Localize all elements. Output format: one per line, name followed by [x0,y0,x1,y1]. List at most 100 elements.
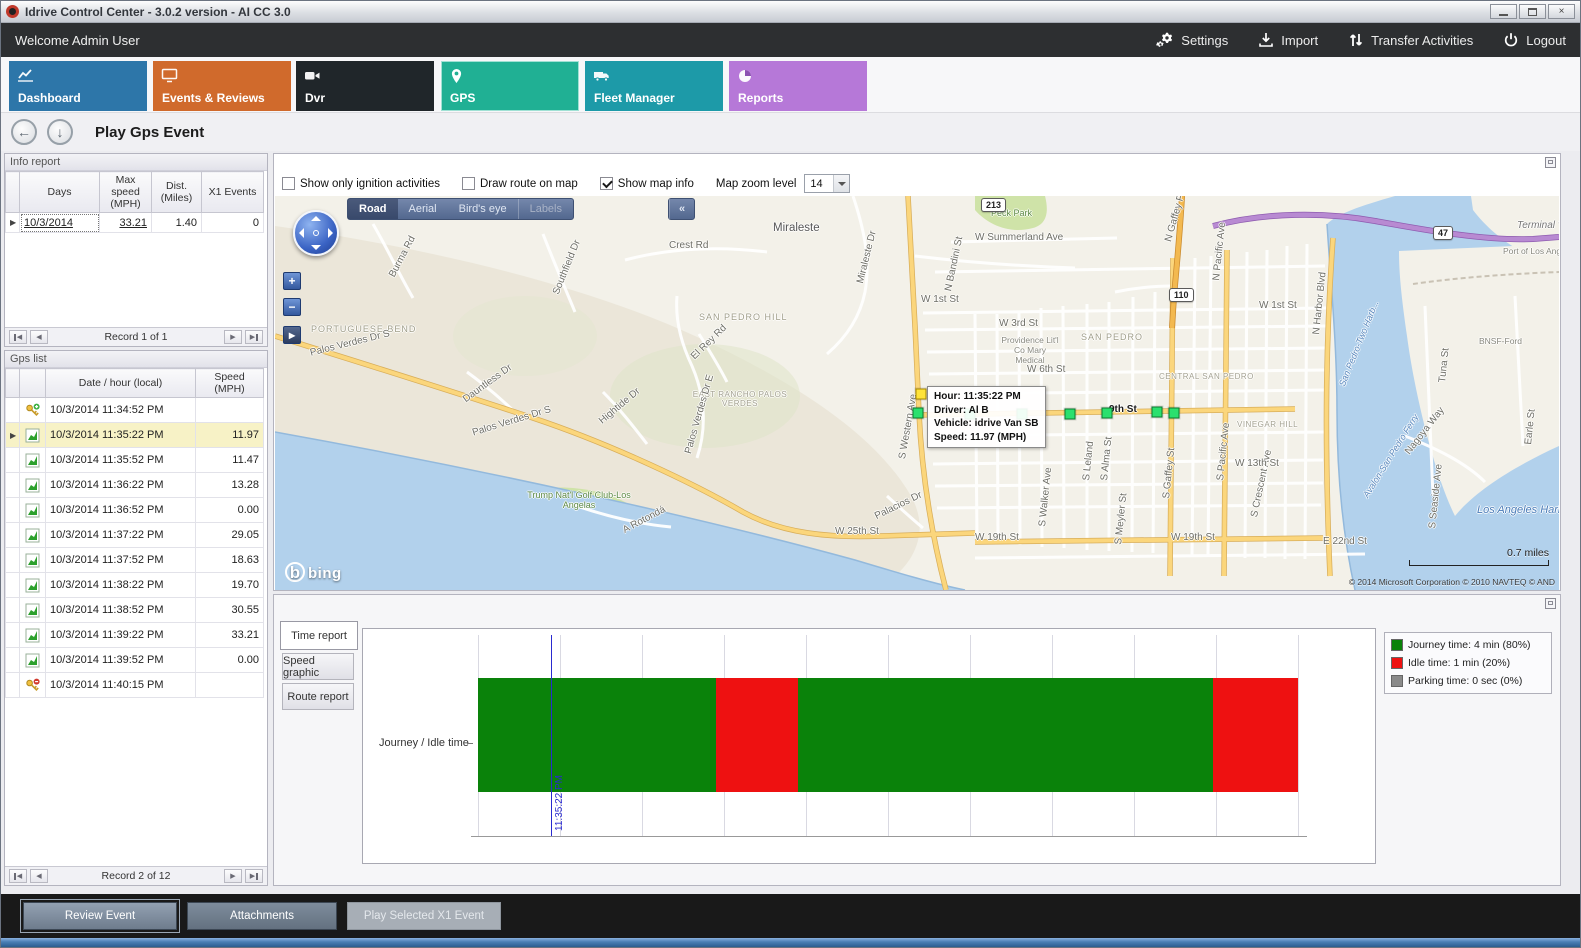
info-report-row[interactable]: ▶ 10/3/2014 33.21 1.40 0 [6,213,264,233]
nav-tile-dvr[interactable]: Dvr [296,61,434,111]
compass-center[interactable] [313,230,319,236]
settings-button[interactable]: Settings [1156,32,1228,48]
datetime-cell[interactable]: 10/3/2014 11:39:22 PM [46,623,196,648]
checkbox-label: Show only ignition activities [300,178,440,190]
gps-row[interactable]: 10/3/2014 11:39:52 PM 0.00 [6,648,264,673]
gps-row[interactable]: 10/3/2014 11:37:22 PM 29.05 [6,523,264,548]
days-cell[interactable]: 10/3/2014 [20,213,100,233]
gps-point-icon [25,653,40,668]
zoom-out-button[interactable]: − [283,298,301,316]
play-selected-x1-event-button[interactable]: Play Selected X1 Event [347,902,501,930]
tab-speed-graphic[interactable]: Speed graphic [282,653,354,680]
pager-next-button[interactable]: ▶ [224,330,242,344]
minimize-button[interactable] [1490,4,1517,19]
datetime-cell[interactable]: 10/3/2014 11:36:52 PM [46,498,196,523]
column-header-days[interactable]: Days [20,172,100,213]
pager-last-button[interactable]: ▶ [245,869,263,883]
tab-time-report[interactable]: Time report [280,621,358,650]
column-header-dist[interactable]: Dist. (Miles) [152,172,202,213]
nav-tile-fleet-manager[interactable]: Fleet Manager [585,61,723,111]
collapse-button[interactable]: « [669,199,694,219]
column-header-x1-events[interactable]: X1 Events [202,172,264,213]
datetime-cell[interactable]: 10/3/2014 11:38:52 PM [46,598,196,623]
datetime-cell[interactable]: 10/3/2014 11:39:52 PM [46,648,196,673]
gps-row[interactable]: 10/3/2014 11:36:22 PM 13.28 [6,473,264,498]
nav-tile-reports[interactable]: Reports [729,61,867,111]
zoom-in-button[interactable]: + [283,272,301,290]
gps-row[interactable]: 10/3/2014 11:38:22 PM 19.70 [6,573,264,598]
route-marker[interactable] [1169,408,1180,419]
gps-row[interactable]: 10/3/2014 11:36:52 PM 0.00 [6,498,264,523]
gps-row[interactable]: 10/3/2014 11:40:15 PM [6,673,264,698]
logout-button[interactable]: Logout [1503,32,1566,48]
expand-side-button[interactable]: ▸ [283,326,301,344]
gps-row[interactable]: 10/3/2014 11:37:52 PM 18.63 [6,548,264,573]
pager-next-button[interactable]: ▶ [224,869,242,883]
datetime-cell[interactable]: 10/3/2014 11:36:22 PM [46,473,196,498]
datetime-cell[interactable]: 10/3/2014 11:38:22 PM [46,573,196,598]
panel-maximize-icon[interactable] [1545,598,1556,609]
datetime-cell[interactable]: 10/3/2014 11:35:52 PM [46,448,196,473]
datetime-cell[interactable]: 10/3/2014 11:34:52 PM [46,398,196,423]
map-option-checkbox[interactable]: Show only ignition activities [282,177,440,190]
pan-down-icon[interactable] [311,245,321,250]
datetime-cell[interactable]: 10/3/2014 11:37:22 PM [46,523,196,548]
checkbox-box[interactable] [462,177,475,190]
review-event-button[interactable]: Review Event [23,902,177,930]
route-marker[interactable] [1065,409,1076,420]
map-zoom-select[interactable]: 14 [804,174,850,193]
back-button[interactable]: ← [11,119,37,145]
route-marker[interactable] [1152,407,1163,418]
minimize-icon [1499,14,1508,16]
nav-tile-events-reviews[interactable]: Events & Reviews [153,61,291,111]
tab-route-report[interactable]: Route report [282,683,354,710]
pager-prev-button[interactable]: ◀ [30,869,48,883]
app-window: Idrive Control Center - 3.0.2 version - … [0,0,1581,948]
pan-left-icon[interactable] [299,228,304,238]
nav-tile-dashboard[interactable]: Dashboard [9,61,147,111]
map-option-checkbox[interactable]: Draw route on map [462,177,578,190]
pager-first-button[interactable]: ◀ [9,869,27,883]
map-canvas[interactable]: Miraleste Peck Park W Summerland Ave Cre… [275,196,1559,590]
pager-text: Record 1 of 1 [51,331,221,343]
checkbox-box[interactable] [600,177,613,190]
attachments-button[interactable]: Attachments [187,902,337,930]
pager-first-button[interactable]: ◀ [9,330,27,344]
map-style-tab[interactable]: Aerial [398,199,448,219]
gps-row[interactable]: 10/3/2014 11:34:52 PM [6,398,264,423]
datetime-cell[interactable]: 10/3/2014 11:40:15 PM [46,673,196,698]
column-header-datetime[interactable]: Date / hour (local) [46,369,196,398]
datetime-cell[interactable]: 10/3/2014 11:37:52 PM [46,548,196,573]
max-speed-cell[interactable]: 33.21 [100,213,152,233]
chevron-down-icon[interactable] [833,175,849,192]
map-option-checkbox[interactable]: Show map info [600,177,694,190]
download-event-button[interactable]: ↓ [47,119,73,145]
map-style-tab[interactable]: Bird's eye [448,199,518,219]
map-style-tab[interactable]: Road [348,199,398,219]
gps-row[interactable]: 10/3/2014 11:35:52 PM 11.47 [6,448,264,473]
route-marker[interactable] [916,389,927,400]
close-button[interactable]: × [1548,4,1575,19]
map-style-tab[interactable]: Labels [518,199,573,219]
route-marker[interactable] [1102,408,1113,419]
nav-tile-gps[interactable]: GPS [441,61,579,111]
cursor-line[interactable] [551,635,552,836]
panel-maximize-icon[interactable] [1545,157,1556,168]
pager-last-button[interactable]: ▶ [245,330,263,344]
datetime-cell[interactable]: 10/3/2014 11:35:22 PM [46,423,196,448]
row-selector [6,623,20,648]
maximize-button[interactable] [1519,4,1546,19]
route-marker[interactable] [913,408,924,419]
gps-row[interactable]: ▶ 10/3/2014 11:35:22 PM 11.97 [6,423,264,448]
gps-row[interactable]: 10/3/2014 11:38:52 PM 30.55 [6,598,264,623]
import-button[interactable]: Import [1258,32,1318,48]
transfer-activities-button[interactable]: Transfer Activities [1348,32,1473,48]
column-header-max-speed[interactable]: Max speed (MPH) [100,172,152,213]
compass-control[interactable] [293,210,339,256]
checkbox-box[interactable] [282,177,295,190]
pan-up-icon[interactable] [311,216,321,221]
pager-prev-button[interactable]: ◀ [30,330,48,344]
gps-row[interactable]: 10/3/2014 11:39:22 PM 33.21 [6,623,264,648]
pan-right-icon[interactable] [328,228,333,238]
column-header-speed[interactable]: Speed (MPH) [196,369,264,398]
